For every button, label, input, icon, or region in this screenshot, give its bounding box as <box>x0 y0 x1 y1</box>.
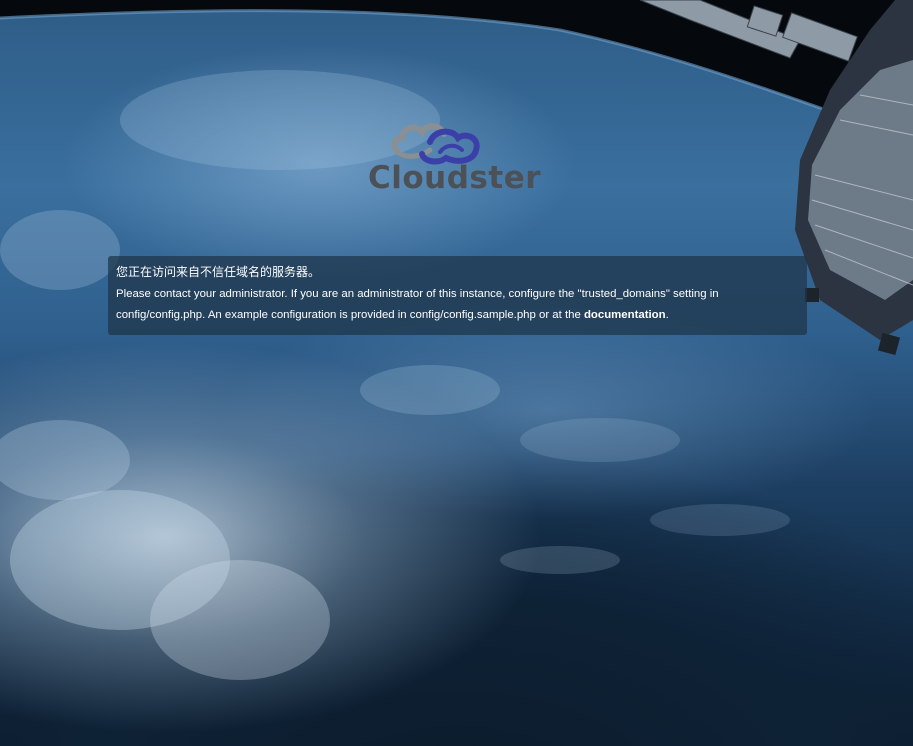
untrusted-domain-error-panel: 您正在访问来自不信任域名的服务器。 Please contact your ad… <box>108 256 807 335</box>
space-station-graphic <box>0 0 913 680</box>
error-title: 您正在访问来自不信任域名的服务器。 <box>116 265 321 279</box>
logo-text: Cloudster <box>368 160 542 196</box>
cloudster-logo: Cloudster <box>362 118 552 200</box>
error-message: Please contact your administrator. If yo… <box>116 284 799 326</box>
background-earth-image <box>0 0 913 746</box>
error-message-end: . <box>665 309 669 321</box>
documentation-link[interactable]: documentation <box>584 309 666 321</box>
